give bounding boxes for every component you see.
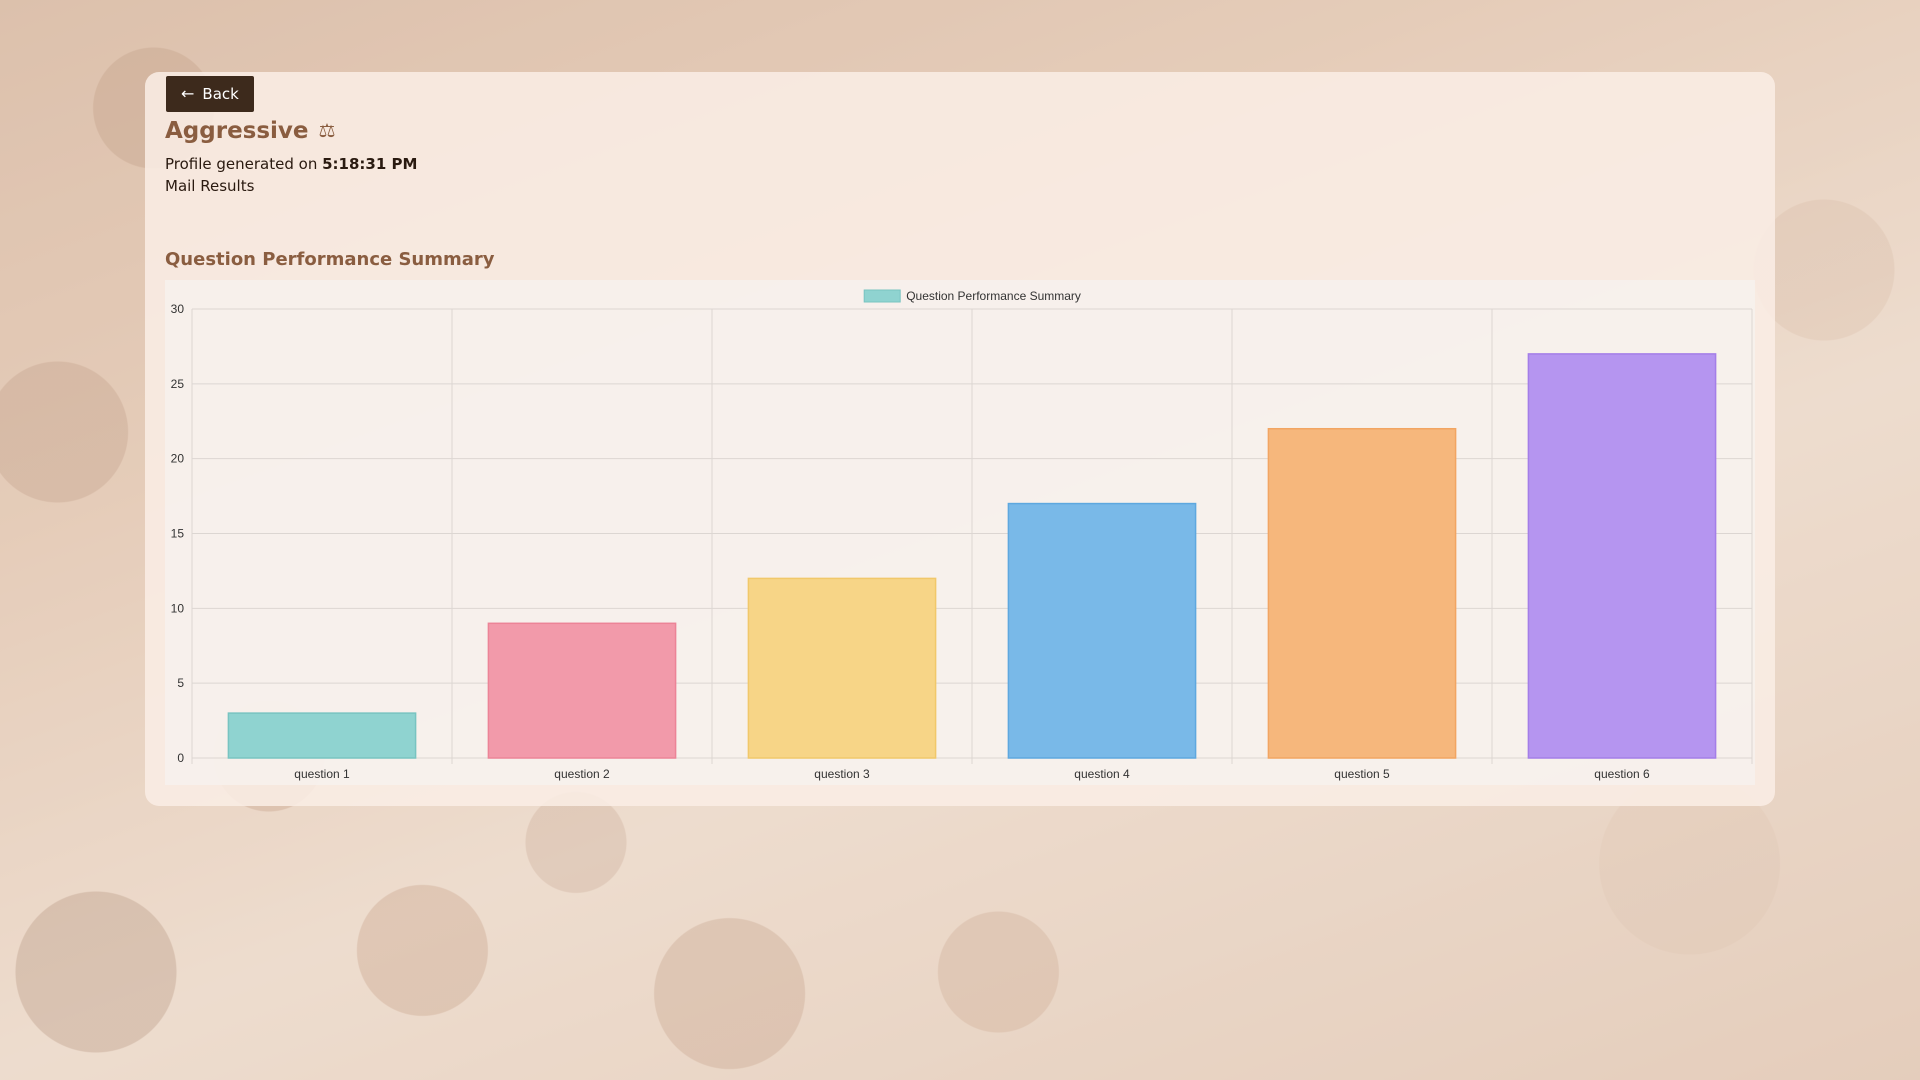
- y-tick-label: 10: [171, 601, 185, 615]
- x-tick-label: question 2: [554, 767, 610, 781]
- x-tick-label: question 1: [294, 767, 350, 781]
- y-tick-label: 0: [177, 751, 184, 765]
- bar: [227, 712, 417, 759]
- profile-generated-text: Profile generated on 5:18:31 PM: [165, 155, 417, 173]
- chart-svg: 0 5 10 15 20 25 30 question 1 question 2 question…: [171, 289, 1753, 781]
- x-tick-label: question 3: [814, 767, 870, 781]
- bar: [1267, 427, 1457, 759]
- arrow-left-icon: ←: [181, 84, 195, 103]
- bar: [747, 577, 937, 759]
- section-title: Question Performance Summary: [165, 249, 495, 270]
- y-tick-label: 30: [171, 302, 185, 316]
- x-tick-label: question 5: [1334, 767, 1390, 781]
- bar-chart: 0 5 10 15 20 25 30 question 1 question 2 question…: [165, 280, 1755, 785]
- legend-label: Question Performance Summary: [906, 289, 1081, 303]
- title-row: Aggressive ⚖: [165, 118, 336, 144]
- legend-swatch: [863, 289, 901, 303]
- y-tick-label: 20: [171, 452, 185, 466]
- bar: [487, 622, 677, 759]
- back-button[interactable]: ← Back: [166, 76, 254, 112]
- y-tick-label: 5: [177, 676, 184, 690]
- profile-prefix: Profile generated on: [165, 155, 318, 173]
- x-tick-label: question 6: [1594, 767, 1650, 781]
- page-title: Aggressive: [165, 118, 309, 144]
- back-button-label: Back: [202, 85, 239, 103]
- y-tick-label: 25: [171, 377, 185, 391]
- x-tick-label: question 4: [1074, 767, 1130, 781]
- scale-icon: ⚖: [318, 120, 336, 142]
- profile-time: 5:18:31 PM: [322, 155, 418, 173]
- bar: [1527, 353, 1717, 759]
- y-tick-label: 15: [171, 527, 185, 541]
- mail-results-link[interactable]: Mail Results: [165, 177, 254, 195]
- bar: [1007, 502, 1197, 759]
